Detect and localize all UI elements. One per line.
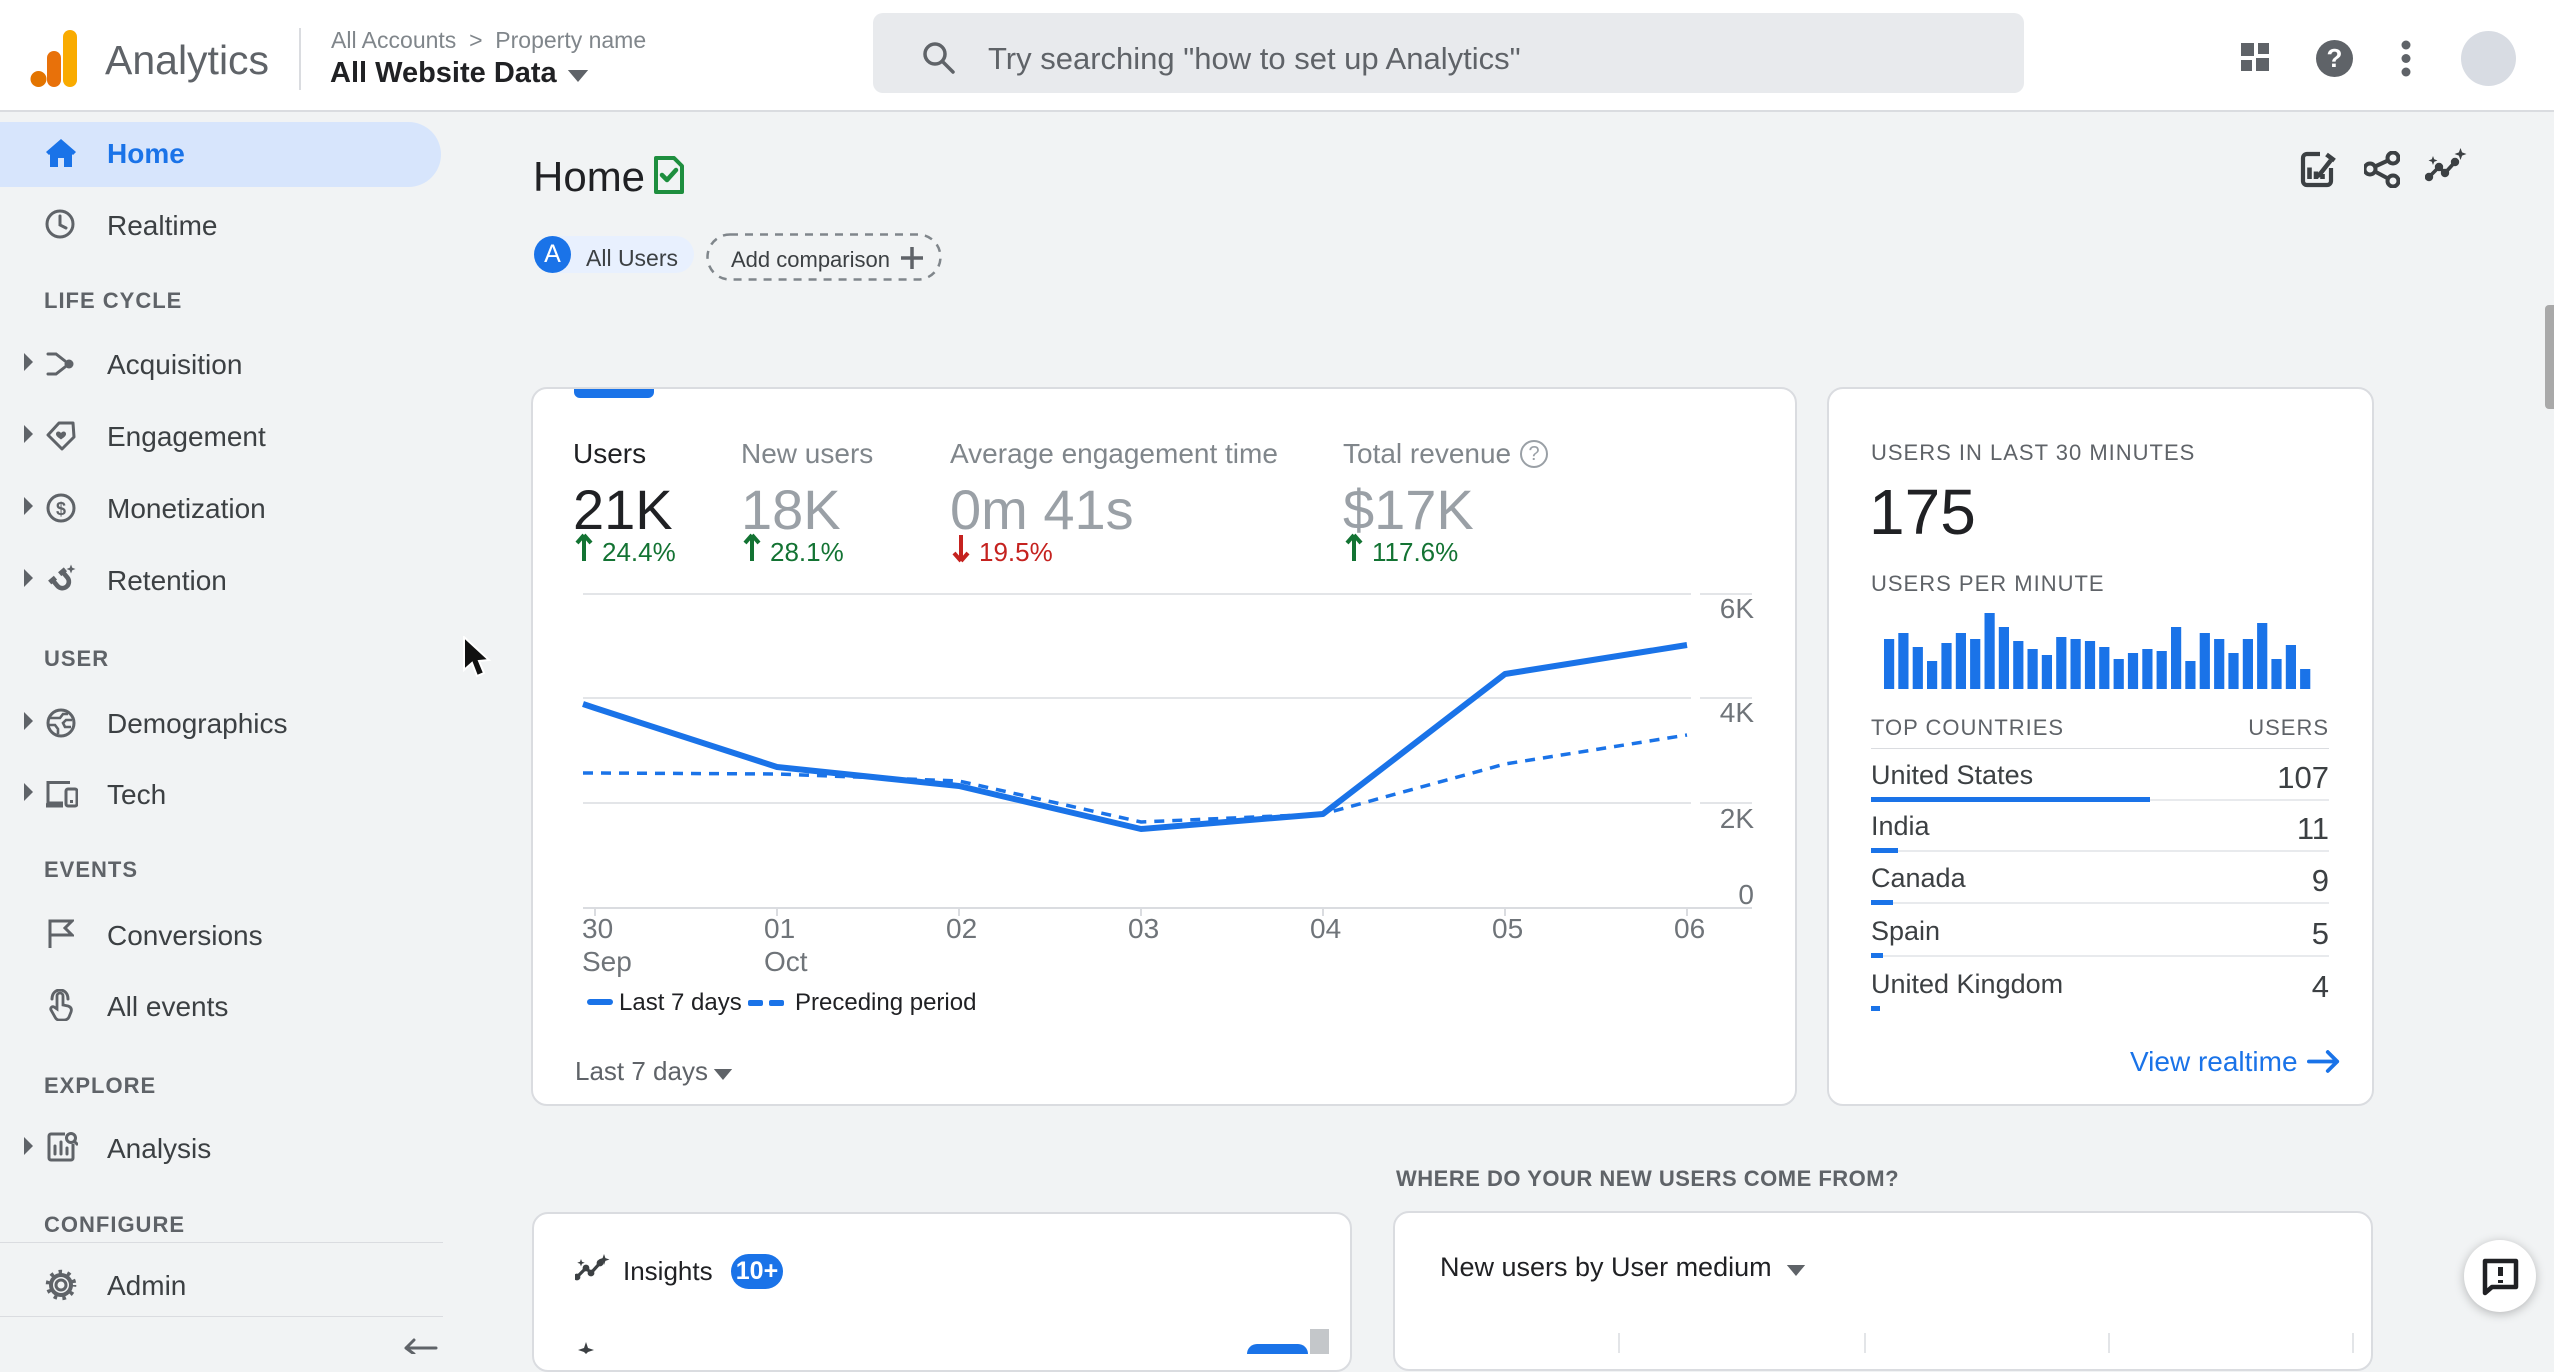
- svg-text:01: 01: [764, 913, 795, 944]
- svg-text:04: 04: [1310, 913, 1341, 944]
- svg-text:06: 06: [1674, 913, 1705, 944]
- svg-text:2K: 2K: [1720, 803, 1755, 834]
- svg-text:Sep: Sep: [582, 946, 632, 977]
- svg-text:0: 0: [1738, 879, 1754, 910]
- svg-text:6K: 6K: [1720, 593, 1755, 624]
- svg-text:30: 30: [582, 913, 613, 944]
- svg-text:03: 03: [1128, 913, 1159, 944]
- svg-text:02: 02: [946, 913, 977, 944]
- svg-text:Oct: Oct: [764, 946, 808, 977]
- svg-text:4K: 4K: [1720, 697, 1755, 728]
- svg-text:$: $: [56, 499, 66, 519]
- svg-text:05: 05: [1492, 913, 1523, 944]
